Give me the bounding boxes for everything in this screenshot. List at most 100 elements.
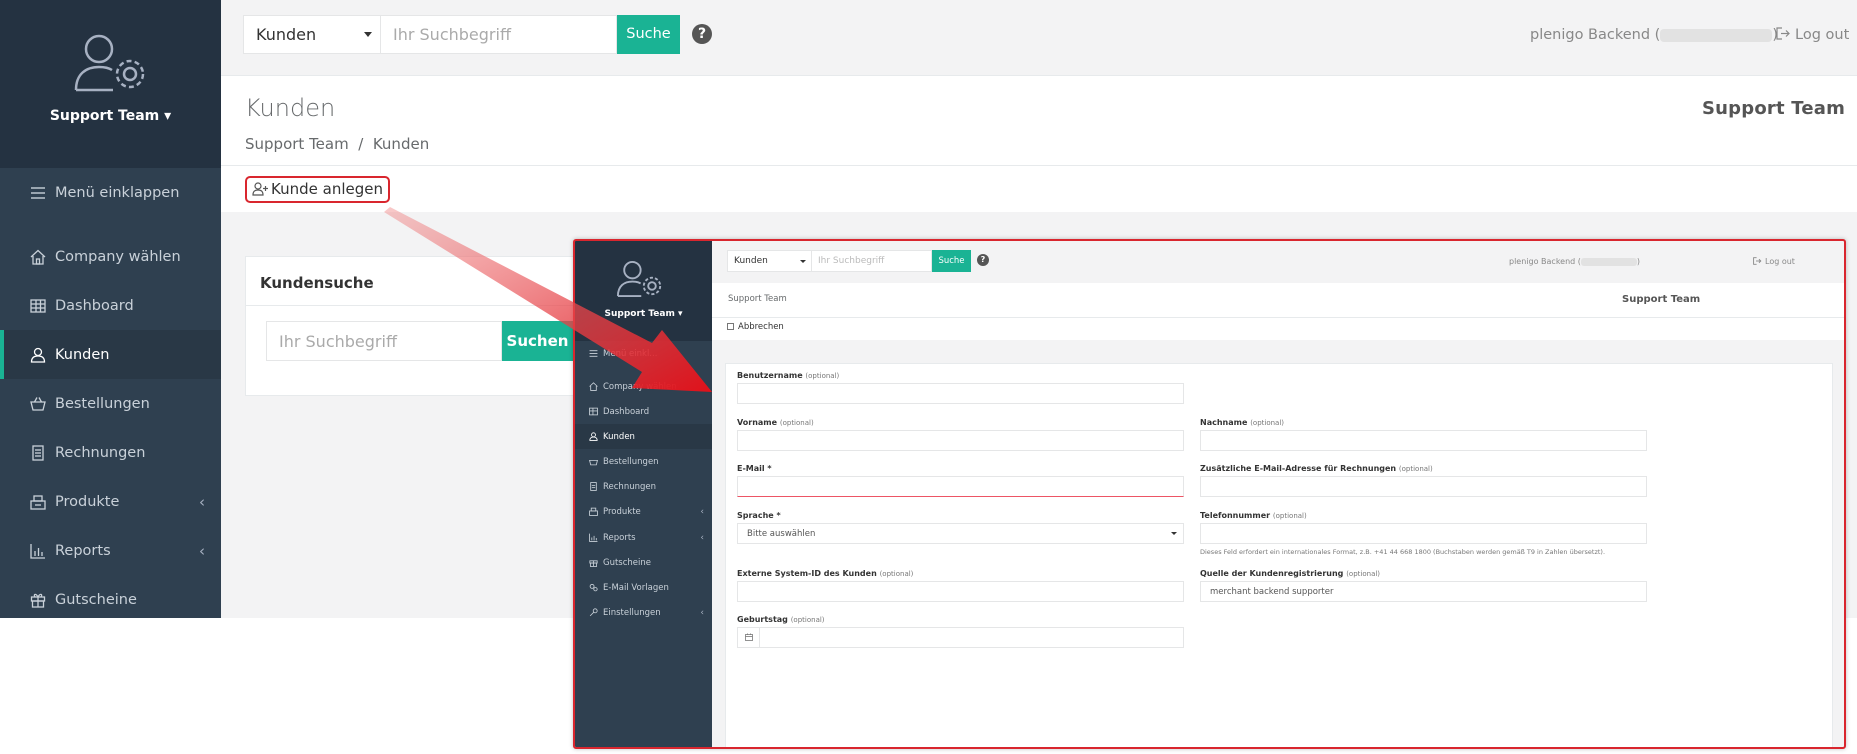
inset-sidebar-item-email-templates[interactable]: E-Mail Vorlagen bbox=[575, 575, 712, 600]
optional-hint: (optional) bbox=[1272, 512, 1307, 520]
sidebar-item-vouchers[interactable]: Gutscheine bbox=[0, 575, 221, 624]
sidebar-item-label: Gutscheine bbox=[603, 557, 652, 568]
user-account: plenigo Backend () bbox=[1530, 27, 1778, 43]
customer-search-button[interactable]: Suchen bbox=[502, 321, 573, 361]
search-button[interactable]: Suche bbox=[617, 15, 680, 54]
phone-label: Telefonnummer (optional) bbox=[1200, 511, 1307, 520]
help-icon[interactable]: ? bbox=[692, 24, 712, 44]
products-icon bbox=[30, 494, 46, 510]
redacted-account bbox=[1580, 257, 1637, 266]
menu-icon bbox=[30, 185, 46, 201]
sidebar-item-company[interactable]: Company wählen bbox=[0, 232, 221, 281]
sidebar-item-label: Rechnungen bbox=[55, 444, 146, 461]
sidebar-item-label: Dashboard bbox=[603, 406, 650, 417]
optional-hint: (optional) bbox=[805, 372, 840, 380]
lastname-field[interactable] bbox=[1200, 430, 1647, 451]
sidebar-item-label: Kunden bbox=[603, 431, 635, 442]
label-text: Quelle der Kundenregistrierung bbox=[1200, 569, 1344, 578]
sidebar-item-label: Bestellungen bbox=[603, 456, 659, 467]
calendar-icon[interactable] bbox=[738, 628, 760, 647]
email-field[interactable] bbox=[737, 476, 1184, 497]
inset-user-account: plenigo Backend () bbox=[1509, 257, 1640, 266]
sidebar-item-label: Gutscheine bbox=[55, 591, 137, 608]
inset-sidebar-item-settings[interactable]: Einstellungen ‹ bbox=[575, 600, 712, 625]
inset-sidebar-item-collapse[interactable]: Menü einkl... bbox=[575, 341, 712, 366]
inset-sidebar-item-company[interactable]: Company wählen bbox=[575, 374, 712, 399]
inset-team-dropdown[interactable]: Support Team ▾ bbox=[575, 309, 712, 319]
sidebar-item-products[interactable]: Produkte ‹ bbox=[0, 477, 221, 526]
customer-search-input[interactable]: Ihr Suchbegriff bbox=[266, 321, 502, 361]
logout-label: Log out bbox=[1795, 27, 1850, 43]
phone-hint: Dieses Feld erfordert ein internationale… bbox=[1200, 548, 1606, 556]
sidebar-item-label: Reports bbox=[55, 542, 111, 559]
inset-sidebar-item-products[interactable]: Produkte ‹ bbox=[575, 499, 712, 524]
logout-icon bbox=[1776, 27, 1790, 40]
label-text: Geburtstag bbox=[737, 615, 788, 624]
sidebar-item-label: Kunden bbox=[55, 346, 110, 363]
inset-sidebar-item-reports[interactable]: Reports ‹ bbox=[575, 525, 712, 550]
cancel-button[interactable]: Abbrechen bbox=[727, 322, 784, 332]
invoice-email-field[interactable] bbox=[1200, 476, 1647, 497]
label-text: Benutzername bbox=[737, 371, 803, 380]
inset-breadcrumb[interactable]: Support Team bbox=[728, 294, 787, 304]
email-label: E-Mail * bbox=[737, 464, 772, 473]
sidebar-item-reports[interactable]: Reports ‹ bbox=[0, 526, 221, 575]
inset-logout-link[interactable]: Log out bbox=[1753, 257, 1795, 266]
add-customer-button[interactable]: Kunde anlegen bbox=[245, 176, 390, 203]
table-icon bbox=[589, 407, 598, 416]
search-scope-select[interactable]: Kunden bbox=[243, 15, 381, 54]
inset-sidebar-item-dashboard[interactable]: Dashboard bbox=[575, 399, 712, 424]
external-id-field[interactable] bbox=[737, 581, 1184, 602]
user-gear-icon bbox=[616, 261, 662, 297]
sidebar-item-invoices[interactable]: Rechnungen bbox=[0, 428, 221, 477]
user-plus-icon bbox=[252, 182, 268, 196]
label-text: Externe System-ID des Kunden bbox=[737, 569, 877, 578]
team-dropdown[interactable]: Support Team ▾ bbox=[0, 108, 221, 124]
sidebar-item-label: E-Mail Vorlagen bbox=[603, 582, 669, 593]
chevron-left-icon: ‹ bbox=[199, 541, 205, 560]
sidebar-item-kunden[interactable]: Kunden bbox=[0, 330, 221, 379]
inset-sidebar-item-invoices[interactable]: Rechnungen bbox=[575, 474, 712, 499]
username-field[interactable] bbox=[737, 383, 1184, 404]
inset-screenshot: Support Team ▾ Menü einkl... Company wäh… bbox=[573, 239, 1846, 749]
gift-icon bbox=[30, 592, 46, 608]
bar-chart-icon bbox=[30, 543, 46, 559]
inset-sidebar: Support Team ▾ Menü einkl... Company wäh… bbox=[575, 241, 712, 747]
sidebar: Support Team ▾ Menü einklappen Company w… bbox=[0, 0, 221, 618]
optional-hint: (optional) bbox=[1250, 419, 1285, 427]
username-label: Benutzername (optional) bbox=[737, 371, 839, 380]
inset-search-scope-select[interactable]: Kunden bbox=[727, 250, 812, 272]
phone-field[interactable] bbox=[1200, 523, 1647, 544]
logout-icon bbox=[1753, 257, 1762, 265]
inset-sidebar-item-vouchers[interactable]: Gutscheine bbox=[575, 550, 712, 575]
sidebar-item-orders[interactable]: Bestellungen bbox=[0, 379, 221, 428]
user-gear-icon bbox=[74, 34, 145, 92]
optional-hint: (optional) bbox=[790, 616, 825, 624]
gift-icon bbox=[589, 558, 598, 567]
inset-sidebar-item-kunden[interactable]: Kunden bbox=[575, 424, 712, 449]
chevron-left-icon: ‹ bbox=[199, 492, 205, 511]
basket-icon bbox=[30, 396, 46, 412]
inset-search-button[interactable]: Suche bbox=[932, 250, 971, 272]
sidebar-item-label: Einstellungen bbox=[603, 607, 661, 618]
sidebar-item-dashboard[interactable]: Dashboard bbox=[0, 281, 221, 330]
birthday-label: Geburtstag (optional) bbox=[737, 615, 825, 624]
logout-link[interactable]: Log out bbox=[1776, 27, 1849, 43]
birthday-field[interactable] bbox=[737, 627, 1184, 648]
user-prefix: plenigo Backend ( bbox=[1509, 257, 1581, 266]
sidebar-item-label: Menü einkl... bbox=[603, 348, 658, 359]
label-text: Vorname bbox=[737, 418, 778, 427]
sidebar-item-label: Dashboard bbox=[55, 297, 134, 314]
sidebar-item-collapse[interactable]: Menü einklappen bbox=[0, 168, 221, 217]
lastname-label: Nachname (optional) bbox=[1200, 418, 1284, 427]
firstname-field[interactable] bbox=[737, 430, 1184, 451]
help-icon[interactable]: ? bbox=[977, 254, 989, 266]
breadcrumb[interactable]: Support Team / Kunden bbox=[245, 135, 429, 153]
search-input[interactable]: Ihr Suchbegriff bbox=[381, 15, 617, 54]
table-icon bbox=[30, 298, 46, 314]
caret-down-icon bbox=[800, 260, 806, 263]
inset-sidebar-item-orders[interactable]: Bestellungen bbox=[575, 449, 712, 474]
language-select[interactable]: Bitte auswählen bbox=[737, 523, 1184, 544]
inset-search-input[interactable]: Ihr Suchbegriff bbox=[812, 250, 932, 272]
source-field[interactable]: merchant backend supporter bbox=[1200, 581, 1647, 602]
